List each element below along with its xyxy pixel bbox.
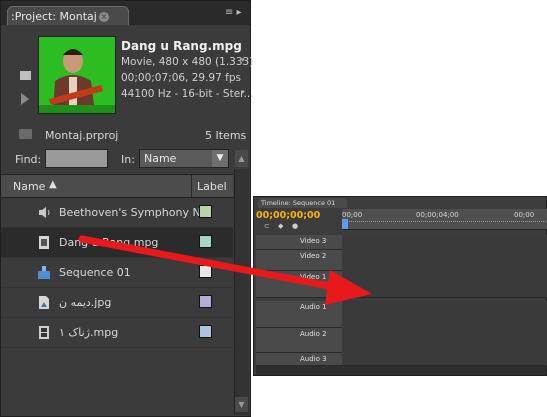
annotation-arrow bbox=[78, 235, 372, 305]
